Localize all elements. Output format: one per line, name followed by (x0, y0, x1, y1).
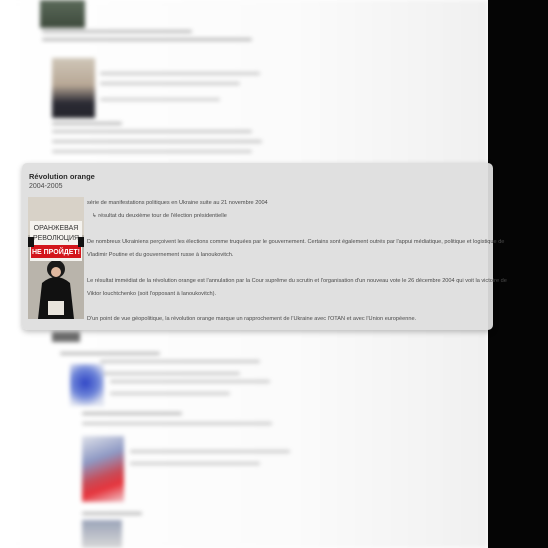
timeline-thumbnail-map-red[interactable] (82, 436, 124, 502)
paragraph-1-line-1: De nombreux Ukrainiens perçoivent les él… (87, 239, 505, 245)
paragraph-3: D'un point de vue géopolitique, la révol… (87, 316, 417, 322)
paragraph-2-line-1: Le résultat immédiat de la révolution or… (87, 278, 507, 284)
event-dates: 2004-2005 (29, 183, 63, 190)
event-sub-item: ↳ résultat du deuxième tour de l'électio… (92, 213, 227, 219)
timeline-thumbnail-map-blue[interactable] (70, 364, 104, 406)
sign-text-3: НЕ ПРОЙДЕТ! (32, 247, 80, 256)
event-detail-card[interactable]: Révolution orange 2004-2005 ОРАНЖЕВАЯ РЕ… (22, 163, 507, 330)
paragraph-1-line-2: Vladimir Poutine et du gouvernement russ… (87, 252, 234, 258)
event-title: Révolution orange (29, 172, 95, 181)
sign-text-1: ОРАНЖЕВАЯ (34, 225, 79, 232)
event-summary: série de manifestations politiques en Uk… (87, 200, 268, 206)
right-black-edge (488, 0, 548, 548)
event-photo: ОРАНЖЕВАЯ РЕВОЛЮЦИЯ НЕ ПРОЙДЕТ! (28, 197, 84, 319)
paragraph-2-line-2: Viktor Iouchtchenko (soit l'opposant à I… (87, 291, 217, 297)
timeline-thumbnail-top[interactable] (40, 0, 85, 28)
timeline-thumbnail-portrait[interactable] (52, 58, 95, 118)
sign-text-2: РЕВОЛЮЦИЯ (33, 235, 79, 242)
